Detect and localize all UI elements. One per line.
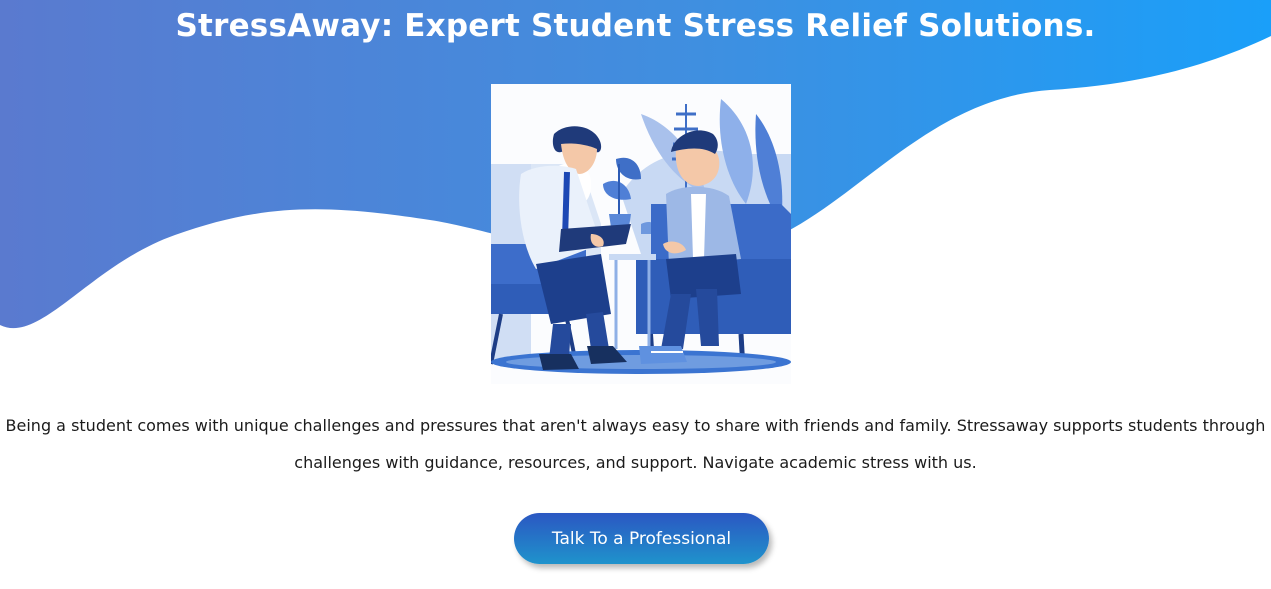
counselor-illustration: [491, 84, 791, 384]
talk-to-professional-button[interactable]: Talk To a Professional: [514, 513, 769, 564]
page-title: StressAway: Expert Student Stress Relief…: [175, 8, 1096, 44]
intro-description: Being a student comes with unique challe…: [0, 407, 1271, 481]
intro-text-line-2: challenges with guidance, resources, and…: [294, 453, 977, 472]
intro-text-line-1: Being a student comes with unique challe…: [5, 416, 1266, 435]
landing-page: StressAway: Expert Student Stress Relief…: [0, 0, 1271, 589]
